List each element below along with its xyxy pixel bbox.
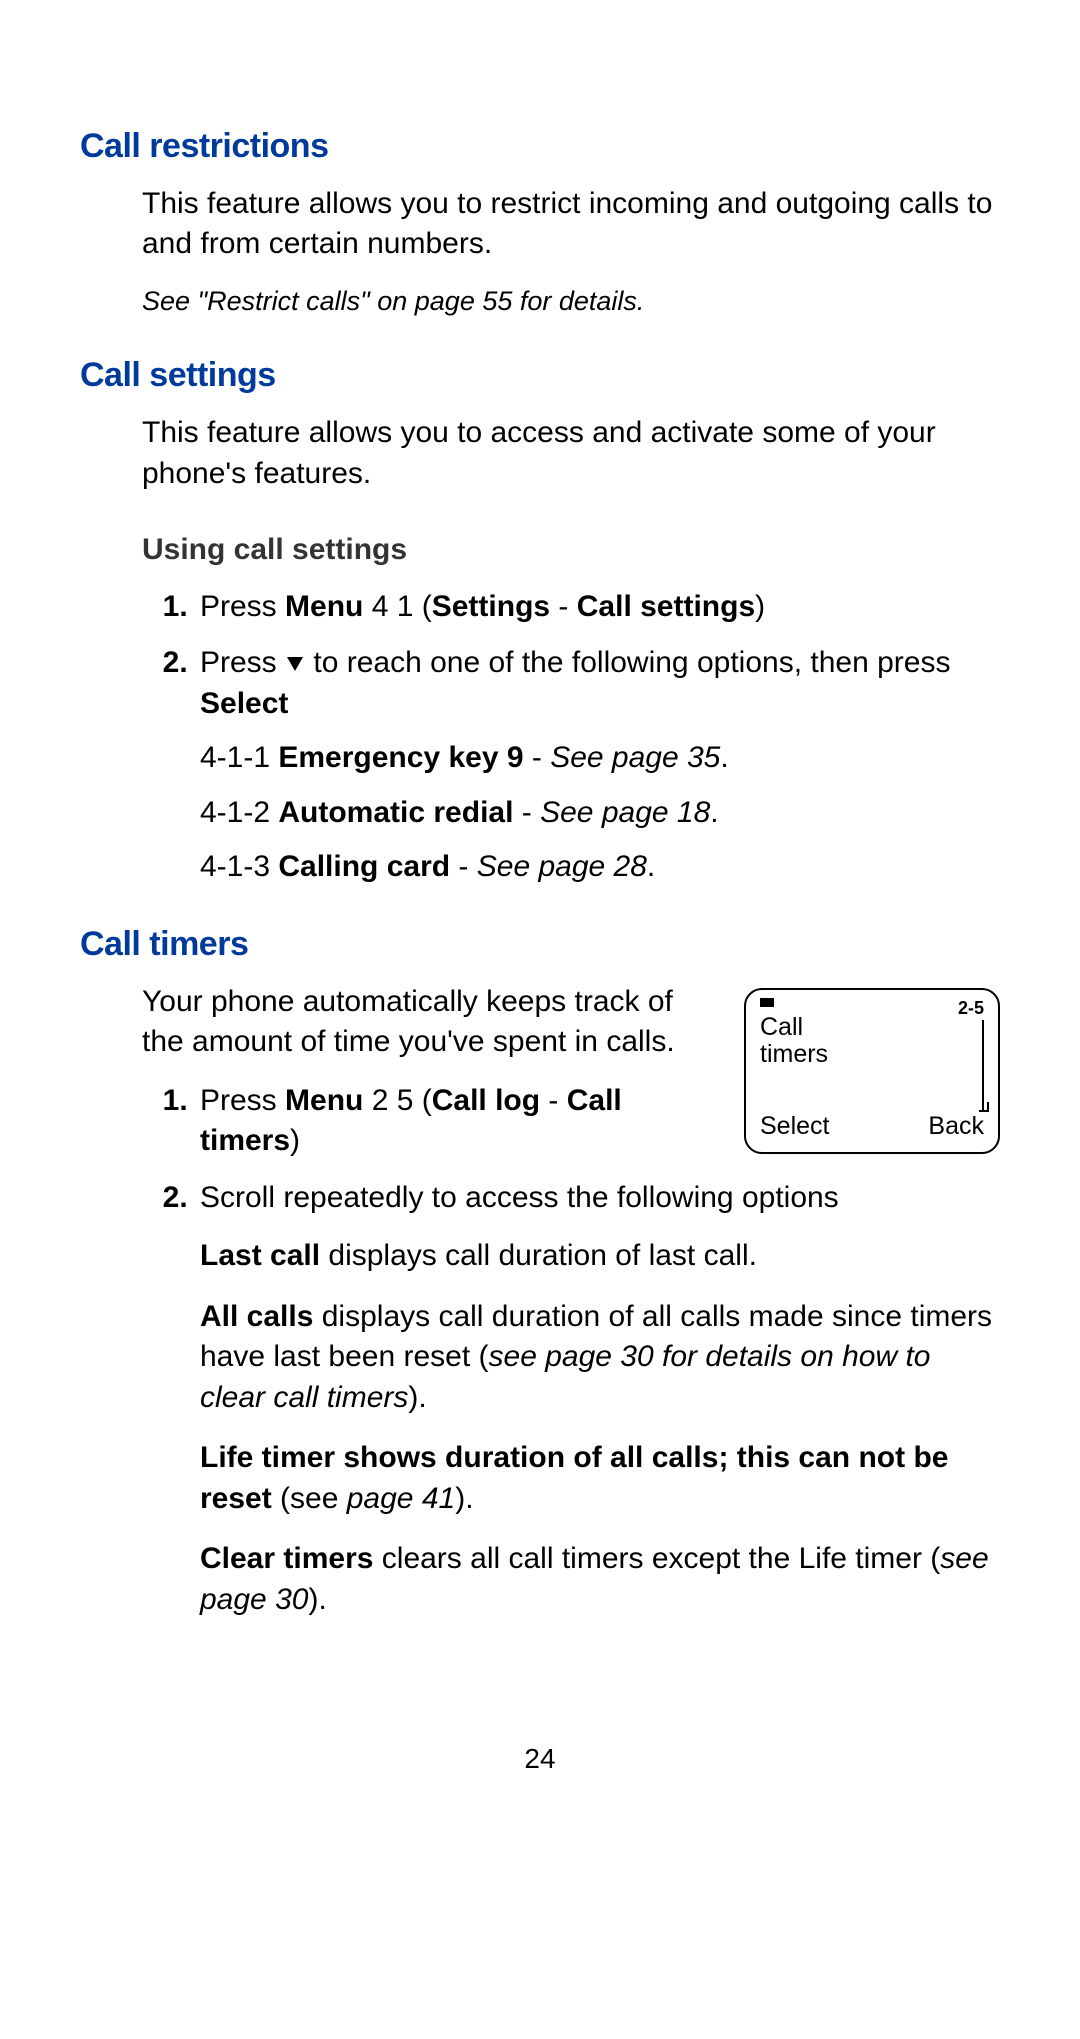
- call-timers-step-1: Press Menu 2 5 (Call log - Call timers): [196, 1081, 720, 1162]
- heading-call-restrictions: Call restrictions: [80, 124, 1000, 170]
- option-last-call: Last call displays call duration of last…: [200, 1236, 1000, 1277]
- call-timers-step-2: Scroll repeatedly to access the followin…: [196, 1178, 1000, 1621]
- call-restrictions-note: See "Restrict calls" on page 55 for deta…: [142, 283, 1000, 319]
- option-clear-timers: Clear timers clears all call timers exce…: [200, 1539, 1000, 1620]
- call-settings-step-2: Press to reach one of the following opti…: [196, 643, 1000, 888]
- phone-screen-illustration: 2-5 Calltimers Select Back: [744, 988, 1000, 1154]
- heading-call-timers: Call timers: [80, 922, 1000, 968]
- battery-icon: [760, 998, 774, 1007]
- subheading-using-call-settings: Using call settings: [142, 530, 1000, 571]
- option-life-timer: Life timer shows duration of all calls; …: [200, 1438, 1000, 1519]
- call-restrictions-intro: This feature allows you to restrict inco…: [142, 184, 1000, 265]
- call-settings-step-1: Press Menu 4 1 (Settings - Call settings…: [196, 587, 1000, 628]
- option-automatic-redial: 4-1-2 Automatic redial - See page 18.: [200, 793, 1000, 834]
- screen-title: Calltimers: [760, 1014, 828, 1069]
- option-calling-card: 4-1-3 Calling card - See page 28.: [200, 847, 1000, 888]
- call-timers-intro: Your phone automatically keeps track of …: [142, 982, 720, 1063]
- screen-softkey-select: Select: [760, 1110, 829, 1144]
- call-settings-intro: This feature allows you to access and ac…: [142, 413, 1000, 494]
- option-all-calls: All calls displays call duration of all …: [200, 1297, 1000, 1419]
- option-emergency-key: 4-1-1 Emergency key 9 - See page 35.: [200, 738, 1000, 779]
- page-number: 24: [80, 1740, 1000, 1778]
- heading-call-settings: Call settings: [80, 353, 1000, 399]
- screen-softkey-back: Back: [928, 1110, 984, 1144]
- screen-scrollbar: [982, 1020, 984, 1112]
- screen-menu-number: 2-5: [958, 996, 984, 1020]
- down-arrow-icon: [287, 657, 303, 671]
